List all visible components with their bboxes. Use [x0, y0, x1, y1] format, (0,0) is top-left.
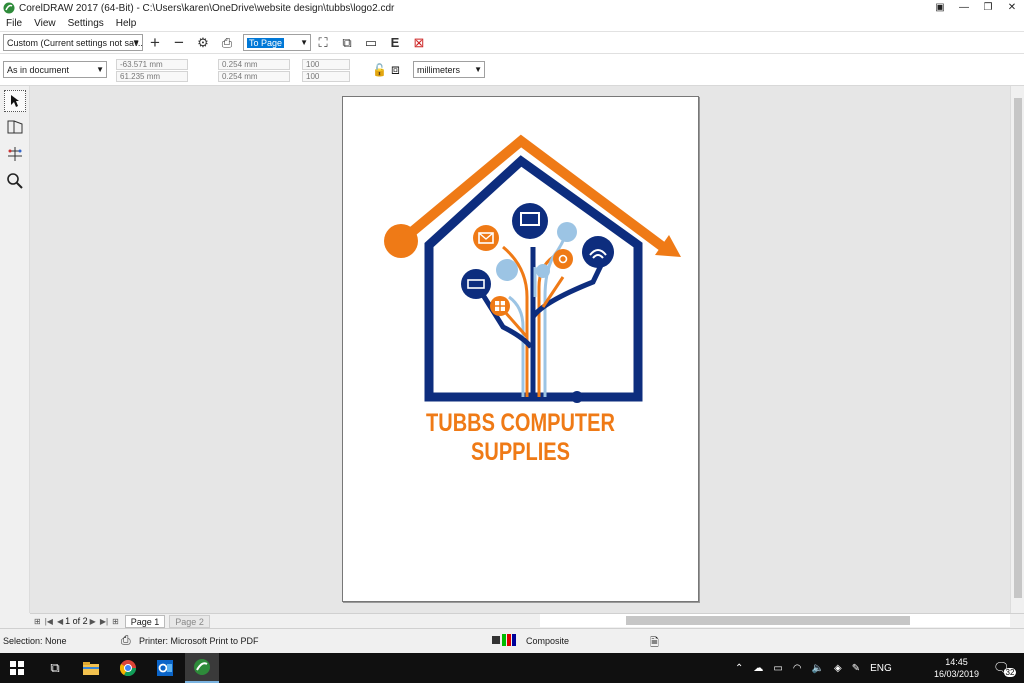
coreldraw-app-icon [3, 2, 15, 14]
preset-select[interactable]: Custom (Current settings not sav... ▼ [3, 34, 143, 51]
tubbs-logo [384, 134, 681, 403]
dropbox-icon[interactable]: ◈ [834, 663, 842, 674]
vertical-scroll-thumb[interactable] [1014, 98, 1022, 598]
file-explorer-icon[interactable] [74, 653, 108, 683]
width-field[interactable]: 0.254 mm [218, 59, 290, 70]
clock-date: 16/03/2019 [934, 669, 980, 679]
language-indicator[interactable]: ENG [870, 663, 892, 674]
position-value: As in document [7, 64, 70, 75]
add-preset-icon[interactable]: + [145, 33, 165, 53]
restore-button[interactable]: ❐ [976, 0, 1000, 16]
windows-start-icon[interactable] [0, 653, 34, 683]
system-tray: ⌃ ☁ ▭ ◠ 🔈 ◈ ✎ ENG [735, 653, 892, 683]
position-select[interactable]: As in document ▼ [3, 61, 107, 78]
pen-icon[interactable]: ✎ [852, 663, 860, 674]
drawing-canvas[interactable]: TUBBS COMPUTER SUPPLIES [30, 86, 1010, 613]
page-view-icon[interactable]: ▭ [361, 33, 381, 53]
printer-status: Printer: Microsoft Print to PDF [139, 636, 259, 646]
last-page-icon[interactable]: ▶| [100, 617, 108, 626]
chevron-up-icon[interactable]: ⌃ [735, 663, 743, 674]
page-tool-icon[interactable] [4, 116, 26, 138]
next-page-icon[interactable]: ▶ [90, 617, 96, 626]
printer-icon: ⎙ [121, 633, 131, 647]
full-screen-icon[interactable]: ⛶ [313, 33, 333, 53]
windows-taskbar: ⧉ ⌃ ☁ ▭ ◠ 🔈 ◈ ✎ ENG 14:45 16/03/2019 🗨 3… [0, 653, 1024, 683]
clock-time: 14:45 [945, 657, 968, 667]
scale-x-field[interactable]: 100 [302, 59, 350, 70]
property-bar: As in document ▼ -63.571 mm 61.235 mm 0.… [0, 54, 1024, 86]
document-info-icon[interactable]: 🗎 [650, 634, 659, 653]
coreldraw-taskbar-icon[interactable] [185, 653, 219, 683]
add-page-icon[interactable]: ⊞ [34, 617, 41, 626]
minimize-button[interactable]: — [952, 0, 976, 16]
title-bar: CorelDRAW 2017 (64-Bit) - C:\Users\karen… [0, 0, 1024, 16]
chevron-down-icon: ▼ [96, 65, 104, 74]
gear-icon[interactable]: ⚙ [193, 33, 213, 53]
units-value: millimeters [417, 64, 461, 75]
flip-icon[interactable]: ⧈ [391, 61, 400, 78]
color-mode-label: Composite [526, 636, 570, 646]
tab-page-2[interactable]: Page 2 [169, 614, 210, 628]
toolbox [0, 86, 30, 613]
horizontal-scrollbar[interactable] [540, 614, 1010, 627]
menu-help[interactable]: Help [110, 18, 143, 29]
prev-page-icon[interactable]: ◀ [57, 617, 63, 626]
menu-bar: File View Settings Help [0, 16, 1024, 32]
zoom-select[interactable]: To Page ▼ [243, 34, 311, 51]
onedrive-error-icon[interactable]: ☁ [753, 663, 763, 674]
vertical-scrollbar[interactable] [1010, 86, 1024, 613]
volume-icon[interactable]: 🔈 [812, 663, 824, 674]
horizontal-scroll-thumb[interactable] [626, 616, 910, 625]
units-select[interactable]: millimeters ▼ [413, 61, 485, 78]
help-window-icon[interactable]: ▣ [928, 0, 952, 16]
standard-toolbar: Custom (Current settings not sav... ▼ + … [0, 32, 1024, 54]
y-position-field[interactable]: 61.235 mm [116, 71, 188, 82]
chevron-down-icon: ▼ [132, 38, 140, 47]
close-button[interactable]: ✕ [1000, 0, 1024, 16]
remove-preset-icon[interactable]: − [169, 33, 189, 53]
tab-page-1[interactable]: Page 1 [124, 614, 166, 628]
close-preview-icon[interactable]: ⊠ [409, 33, 429, 53]
first-page-icon[interactable]: |◀ [45, 617, 53, 626]
zoom-value: To Page [247, 37, 285, 48]
wifi-icon[interactable]: ◠ [793, 663, 802, 674]
current-page-number: 1 [65, 616, 71, 626]
outlook-icon[interactable] [148, 653, 182, 683]
add-page-end-icon[interactable]: ⊞ [112, 617, 119, 626]
battery-icon[interactable]: ▭ [773, 663, 782, 674]
enable-color-preview-icon[interactable]: E [385, 33, 405, 53]
tree-tool-icon[interactable] [4, 143, 26, 165]
menu-settings[interactable]: Settings [62, 18, 110, 29]
lock-ratio-icon[interactable]: 🔓 [372, 63, 387, 77]
selection-status: Selection: None [3, 636, 67, 646]
menu-file[interactable]: File [0, 18, 28, 29]
status-bar: Selection: None ⎙ Printer: Microsoft Pri… [0, 628, 1024, 653]
chevron-down-icon: ▼ [474, 65, 482, 74]
window-title: CorelDRAW 2017 (64-Bit) - C:\Users\karen… [19, 2, 395, 14]
total-pages: 2 [82, 616, 88, 626]
clock[interactable]: 14:45 16/03/2019 [934, 653, 979, 683]
logo-text: TUBBS COMPUTER SUPPLIES [426, 409, 615, 466]
page-of-label: of [72, 616, 81, 626]
zoom-tool-icon[interactable] [4, 170, 26, 192]
color-mode-icon[interactable] [492, 634, 518, 649]
print-icon[interactable]: ⎙ [217, 33, 237, 53]
action-center-icon[interactable]: 🗨 32 [993, 653, 1017, 683]
separations-icon[interactable]: ⧉ [337, 33, 357, 53]
task-view-icon[interactable]: ⧉ [38, 653, 72, 683]
height-field[interactable]: 0.254 mm [218, 71, 290, 82]
document-page[interactable]: TUBBS COMPUTER SUPPLIES [342, 96, 699, 602]
scale-y-field[interactable]: 100 [302, 71, 350, 82]
chrome-icon[interactable] [111, 653, 145, 683]
menu-view[interactable]: View [28, 18, 62, 29]
notification-count-badge: 32 [1003, 667, 1017, 677]
preset-value: Custom (Current settings not sav... [7, 37, 143, 48]
pick-tool-icon[interactable] [4, 90, 26, 112]
chevron-down-icon: ▼ [300, 38, 308, 47]
x-position-field[interactable]: -63.571 mm [116, 59, 188, 70]
